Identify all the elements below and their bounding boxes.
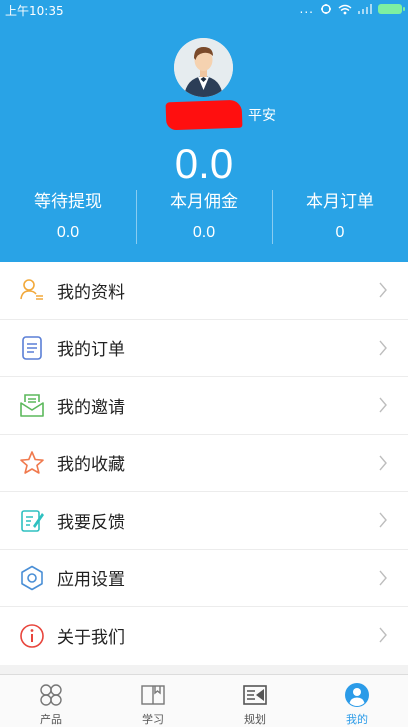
- plan-icon: [242, 682, 268, 708]
- stat-monthly-commission[interactable]: 本月佣金 0.0: [136, 190, 272, 246]
- stat-label: 等待提现: [34, 192, 102, 212]
- products-icon: [38, 682, 64, 708]
- menu-item-feedback[interactable]: 我要反馈: [0, 492, 408, 550]
- settings-icon: [19, 565, 45, 591]
- more-dots-icon: ...: [299, 2, 314, 16]
- tab-products[interactable]: 产品: [0, 675, 102, 727]
- signal-icon: [358, 4, 372, 14]
- chevron-right-icon: [379, 455, 387, 470]
- menu-list: 我的资料 我的订单 我的邀请 我的收藏 我要反馈 应用设置 关于我们: [0, 262, 408, 665]
- menu-item-my-favorites[interactable]: 我的收藏: [0, 435, 408, 492]
- stat-pending-withdraw[interactable]: 等待提现 0.0: [0, 190, 136, 246]
- chevron-right-icon: [379, 340, 387, 355]
- stat-label: 本月订单: [306, 192, 374, 212]
- status-icons: ...: [299, 2, 405, 16]
- me-icon: [344, 682, 370, 708]
- menu-label: 我的邀请: [57, 397, 125, 418]
- chevron-right-icon: [379, 627, 387, 643]
- stat-value: 0: [335, 224, 345, 241]
- chevron-right-icon: [379, 512, 387, 528]
- menu-item-about-us[interactable]: 关于我们: [0, 607, 408, 665]
- stat-value: 0.0: [56, 224, 80, 241]
- tab-label: 学习: [142, 713, 164, 726]
- tab-label: 产品: [40, 713, 62, 726]
- menu-label: 关于我们: [57, 628, 125, 649]
- menu-item-my-invites[interactable]: 我的邀请: [0, 377, 408, 435]
- avatar[interactable]: [174, 38, 233, 97]
- tab-label: 我的: [346, 713, 368, 726]
- stat-value: 0.0: [192, 224, 216, 241]
- menu-label: 应用设置: [57, 570, 125, 591]
- status-bar: 上午10:35 ...: [0, 0, 408, 20]
- feedback-icon: [19, 507, 45, 533]
- tab-plan[interactable]: 规划: [204, 675, 306, 727]
- menu-label: 我的收藏: [57, 455, 125, 476]
- profile-icon: [19, 277, 45, 303]
- waiter-avatar-icon: [174, 38, 233, 97]
- tab-study[interactable]: 学习: [102, 675, 204, 727]
- invite-icon: [19, 392, 45, 418]
- tab-label: 规划: [244, 713, 266, 726]
- tab-me[interactable]: 我的: [306, 675, 408, 727]
- chevron-right-icon: [379, 570, 387, 585]
- menu-item-app-settings[interactable]: 应用设置: [0, 550, 408, 607]
- sync-icon: [321, 4, 331, 14]
- menu-label: 我的资料: [57, 282, 125, 303]
- redacted-name: [165, 99, 243, 131]
- info-icon: [19, 623, 45, 649]
- menu-label: 我的订单: [57, 340, 125, 361]
- stats-row: 等待提现 0.0 本月佣金 0.0 本月订单 0: [0, 190, 408, 246]
- battery-icon: [378, 4, 405, 14]
- menu-item-my-orders[interactable]: 我的订单: [0, 320, 408, 377]
- username-suffix: 平安: [248, 108, 276, 124]
- bottom-tab-bar: 产品 学习 规划 我的: [0, 674, 408, 727]
- profile-header: 上午10:35 ... 平安 0.0 等待提现 0.0 本月佣金 0.0 本月订…: [0, 0, 408, 262]
- menu-label: 我要反馈: [57, 512, 125, 533]
- balance-amount: 0.0: [174, 140, 234, 187]
- chevron-right-icon: [379, 282, 387, 298]
- order-icon: [19, 335, 45, 361]
- menu-item-my-profile[interactable]: 我的资料: [0, 262, 408, 320]
- stat-monthly-orders[interactable]: 本月订单 0: [272, 190, 408, 246]
- status-time: 上午10:35: [5, 4, 64, 18]
- stat-label: 本月佣金: [170, 192, 238, 212]
- chevron-right-icon: [379, 397, 387, 413]
- study-icon: [140, 682, 166, 708]
- wifi-icon: [338, 4, 352, 14]
- star-icon: [19, 450, 45, 476]
